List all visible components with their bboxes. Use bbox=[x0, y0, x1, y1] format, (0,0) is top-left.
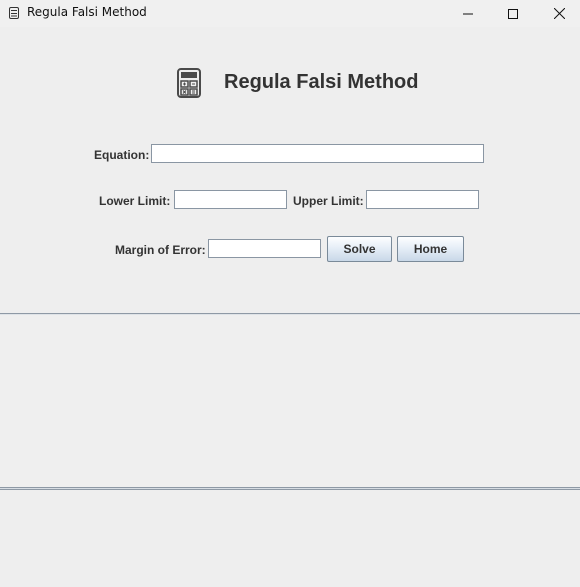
result-panel bbox=[0, 315, 580, 487]
minimize-icon bbox=[463, 13, 473, 14]
upper-limit-input[interactable] bbox=[366, 190, 479, 209]
lower-limit-label: Lower Limit: bbox=[99, 194, 171, 208]
upper-limit-label: Upper Limit: bbox=[293, 194, 364, 208]
calculator-icon bbox=[9, 7, 19, 19]
lower-limit-input[interactable] bbox=[174, 190, 287, 209]
home-button[interactable]: Home bbox=[397, 236, 464, 262]
bottom-panel bbox=[0, 490, 580, 587]
margin-of-error-input[interactable] bbox=[208, 239, 321, 258]
title-bar: Regula Falsi Method bbox=[0, 0, 580, 27]
margin-of-error-label: Margin of Error: bbox=[115, 243, 206, 257]
equation-input[interactable] bbox=[151, 144, 484, 163]
maximize-button[interactable] bbox=[490, 0, 536, 27]
window-title: Regula Falsi Method bbox=[27, 5, 147, 19]
minimize-button[interactable] bbox=[445, 0, 491, 27]
page-title: Regula Falsi Method bbox=[224, 71, 419, 93]
close-icon bbox=[553, 8, 565, 19]
close-button[interactable] bbox=[536, 0, 580, 27]
solve-button[interactable]: Solve bbox=[327, 236, 392, 262]
calculator-icon bbox=[177, 68, 201, 98]
input-panel bbox=[0, 27, 580, 313]
maximize-icon bbox=[508, 8, 518, 19]
equation-label: Equation: bbox=[94, 148, 150, 162]
